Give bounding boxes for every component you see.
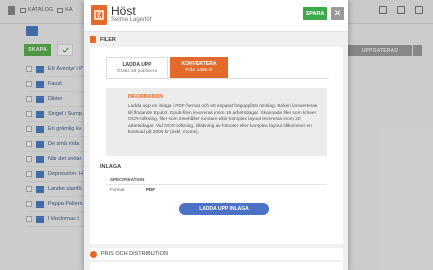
tab-convert[interactable]: KONVERTERA Från 1495 kr [170,57,228,78]
files-section-header: FILER [90,36,116,43]
book-title: Höst [111,4,136,18]
close-button[interactable]: ✕ [331,7,344,20]
information-box: INFORMATION Ladda upp en inlaga i PDF-fo… [106,88,327,156]
price-distribution-section[interactable]: PRIS OCH DISTRIBUTION [90,248,343,260]
file-icon [90,36,96,43]
save-button[interactable]: SPARA [303,7,327,20]
spec-row: Format PDF [106,184,327,194]
book-modal: Höst Selma Lagerlöf SPARA ✕ FILER LADDA … [84,0,348,270]
e-letter-icon [94,10,104,20]
price-icon [90,250,97,258]
next-section [90,262,343,270]
specification-table: SPECIFIKATION Format PDF [106,175,327,194]
inlaga-heading: INLAGA [100,164,122,170]
ebook-logo-icon [91,5,107,25]
files-panel: LADDA UPP Gratis att publicera KONVERTER… [90,47,343,244]
modal-header: Höst Selma Lagerlöf SPARA ✕ [84,0,348,32]
information-heading: INFORMATION [128,94,163,100]
information-text: Ladda upp en inlaga i PDF-format och ett… [128,104,318,136]
book-author: Selma Lagerlöf [111,17,152,23]
tab-upload[interactable]: LADDA UPP Gratis att publicera [106,57,168,78]
spec-header: SPECIFIKATION [110,177,145,182]
tab-divider [106,78,329,79]
upload-inlaga-button[interactable]: LADDA UPP INLAGA [179,203,269,215]
